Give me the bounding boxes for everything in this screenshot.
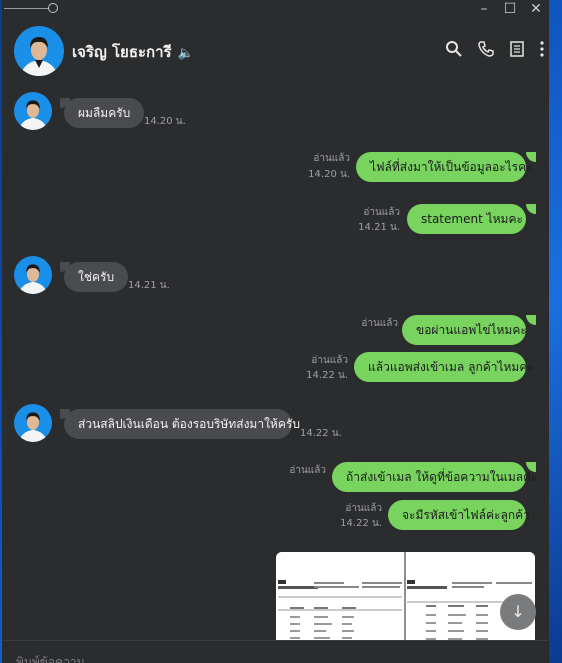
maximize-icon[interactable]: ☐	[503, 0, 517, 18]
read-status: อ่านแล้ว	[363, 207, 400, 218]
message-bubble-out[interactable]: ถ้าส่งเข้าเมล ให้ดูที่ข้อความในเมลค่ะ	[332, 462, 538, 492]
message-time: 14.20 น.	[144, 116, 186, 127]
read-status: อ่านแล้ว	[361, 318, 398, 329]
message-input-placeholder[interactable]: พิมพ์ข้อความ	[16, 653, 85, 663]
read-status: อ่านแล้ว	[289, 465, 326, 476]
opacity-slider-knob[interactable]	[48, 3, 58, 13]
message-input-bar[interactable]: พิมพ์ข้อความ	[2, 640, 549, 663]
close-icon[interactable]: ✕	[529, 0, 543, 18]
message-bubble-out[interactable]: ไฟล์ที่ส่งมาให้เป็นข้อมูลอะไรคะ	[356, 152, 533, 182]
search-icon[interactable]	[445, 40, 463, 58]
arrow-down-icon: ↓	[511, 602, 525, 621]
read-status: อ่านแล้ว	[345, 503, 382, 514]
message-bubble-out[interactable]: ขอผ่านแอพไข่ไหมคะ	[402, 315, 527, 345]
message-time: 14.20 น.	[308, 169, 350, 180]
message-time: 14.22 น.	[300, 428, 342, 439]
opacity-slider-track[interactable]	[4, 8, 54, 9]
contact-avatar[interactable]	[14, 26, 64, 76]
chat-header: เจริญ โยธะการี 🔈	[2, 24, 549, 78]
more-icon[interactable]	[539, 40, 545, 58]
chat-window: – ☐ ✕ เจริญ โยธะการี 🔈 ผมลืมครับ 14.20 น…	[2, 0, 549, 663]
phone-icon[interactable]	[477, 40, 495, 58]
notes-icon[interactable]	[509, 40, 525, 58]
message-bubble-out[interactable]: statement ไหมคะ	[407, 204, 526, 234]
read-status: อ่านแล้ว	[311, 355, 348, 366]
message-time: 14.22 น.	[306, 370, 348, 381]
contact-avatar-small[interactable]	[14, 92, 52, 130]
message-list[interactable]: ผมลืมครับ 14.20 น. อ่านแล้ว 14.20 น. ไฟล…	[2, 84, 549, 640]
message-bubble-in[interactable]: ผมลืมครับ	[64, 98, 145, 128]
read-status: อ่านแล้ว	[313, 153, 350, 164]
speaker-icon[interactable]: 🔈	[178, 46, 194, 61]
contact-avatar-small[interactable]	[14, 404, 52, 442]
contact-name: เจริญ โยธะการี 🔈	[72, 40, 194, 64]
image-message-document[interactable]	[276, 552, 535, 640]
message-bubble-in[interactable]: ใช่ครับ	[64, 262, 129, 292]
title-bar: – ☐ ✕	[2, 0, 549, 18]
contact-avatar-small[interactable]	[14, 256, 52, 294]
message-bubble-in[interactable]: ส่วนสลิปเงินเดือน ต้องรอบริษัทส่งมาให้คร…	[64, 409, 300, 439]
scroll-to-bottom-button[interactable]: ↓	[500, 594, 536, 630]
message-time: 14.21 น.	[128, 280, 170, 291]
message-bubble-out[interactable]: แล้วแอพส่งเข้าเมล ลูกค้าไหมคะ	[354, 352, 534, 382]
message-bubble-out[interactable]: จะมีรหัสเข้าไฟล์ค่ะลูกค้า	[388, 500, 530, 530]
message-time: 14.21 น.	[358, 222, 400, 233]
minimize-icon[interactable]: –	[477, 0, 491, 18]
contact-name-text: เจริญ โยธะการี	[72, 43, 172, 61]
message-time: 14.22 น.	[340, 518, 382, 529]
